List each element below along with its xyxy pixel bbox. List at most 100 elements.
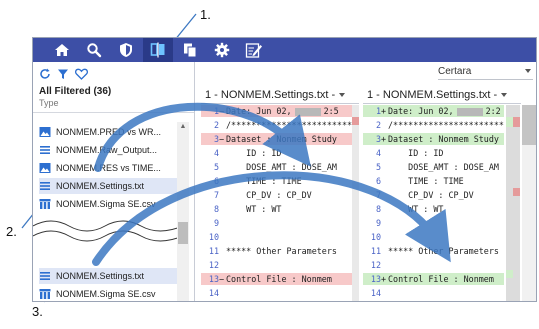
line-number: 12 [208, 260, 219, 270]
diff-line: 6 TIME : TIME [201, 175, 352, 187]
diff-line: 7 CP_DV : CP_DV [201, 189, 352, 201]
right-diff-pane: 1+ Date: Jun 02, 2:2 2/********************… [363, 105, 504, 301]
line-number: 6 [213, 176, 219, 186]
list-item[interactable]: NONMEM.Sigma SE.csv [39, 286, 183, 301]
search-button[interactable] [79, 38, 109, 62]
chevron-down-icon [501, 92, 508, 97]
diff-overview-ruler[interactable] [506, 105, 520, 301]
filter-icon[interactable] [57, 68, 69, 80]
added-marker [506, 117, 513, 127]
favorite-heart-icon[interactable] [75, 68, 88, 80]
line-number: 7 [375, 190, 381, 200]
file-list-scrollbar[interactable]: ▲ [177, 122, 189, 301]
security-button[interactable] [111, 38, 141, 62]
added-marker [506, 270, 513, 278]
line-number: 13 [208, 274, 219, 284]
line-number: 2 [213, 120, 219, 130]
file-sidebar: All Filtered (36) Type NONMEM.PRED vs WR… [33, 62, 195, 301]
line-number: 2 [375, 120, 381, 130]
settings-button[interactable] [207, 38, 237, 62]
line-number: 10 [370, 232, 381, 242]
left-pane-gutter [352, 105, 359, 301]
line-number: 1 [375, 106, 381, 116]
list-item[interactable]: NONMEM.PRED vs WR... [39, 124, 183, 140]
list-item-label: NONMEM.Sigma SE.csv [56, 199, 156, 209]
line-text: /***************************** [226, 120, 352, 130]
list-item-label: NONMEM.Raw_Output... [56, 145, 158, 155]
callout-3: 3. [32, 304, 43, 319]
line-text: TIME : TIME [388, 176, 464, 186]
text-file-icon [40, 182, 50, 190]
line-text: WT : WT [388, 204, 444, 214]
removed-marker [513, 117, 520, 127]
list-item[interactable]: NONMEM.RES vs TIME... [39, 160, 183, 176]
home-button[interactable] [47, 38, 77, 62]
list-omission-break [33, 220, 183, 242]
scrollbar-thumb[interactable] [522, 105, 536, 145]
line-text: Dataset : Nonmem Study [388, 134, 499, 144]
line-number: 3 [213, 134, 219, 144]
line-number: 5 [213, 162, 219, 172]
vendor-dropdown[interactable]: Certara [438, 66, 533, 80]
image-file-icon [39, 163, 51, 173]
list-item[interactable]: NONMEM.Sigma SE.csv [39, 196, 183, 212]
right-pane-file-selector[interactable]: 1 - NONMEM.Settings.txt - [363, 86, 521, 104]
line-number: 4 [213, 148, 219, 158]
list-item-selected[interactable]: NONMEM.Settings.txt [39, 178, 183, 194]
chevron-down-icon [525, 69, 531, 73]
edit-note-icon [245, 43, 262, 58]
left-diff-marker [352, 117, 359, 125]
refresh-icon[interactable] [39, 68, 51, 80]
line-number: 9 [213, 218, 219, 228]
list-item-label: NONMEM.Settings.txt [56, 271, 145, 281]
line-text: CP_DV : CP_DV [226, 190, 312, 200]
left-pane-file-selector[interactable]: 1 - NONMEM.Settings.txt - [201, 86, 359, 104]
diff-line: 9 [363, 217, 504, 229]
scrollbar-thumb[interactable] [178, 222, 188, 244]
diff-marker: − [219, 274, 225, 284]
diff-marker: + [381, 106, 387, 116]
line-text: Dataset : Nonmem Study [226, 134, 337, 144]
main-toolbar [33, 38, 536, 62]
scroll-up-icon[interactable]: ▲ [179, 123, 187, 131]
list-item-label: NONMEM.PRED vs WR... [56, 127, 161, 137]
list-item-label: NONMEM.RES vs TIME... [56, 163, 161, 173]
image-file-icon [39, 127, 51, 137]
app-window: All Filtered (36) Type NONMEM.PRED vs WR… [32, 37, 537, 302]
line-number: 4 [375, 148, 381, 158]
diff-line: 5 DOSE_AMT : DOSE_AM [363, 161, 504, 173]
diff-line: 8 WT : WT [201, 203, 352, 215]
compare-button[interactable] [143, 38, 173, 62]
list-item[interactable]: NONMEM.Raw_Output... [39, 142, 183, 158]
line-text-tail: 2:5 [323, 106, 339, 116]
table-file-icon [39, 289, 51, 299]
diff-line: 1− Date: Jun 02, 2:5 [201, 105, 352, 117]
filter-result-count: All Filtered (36) [39, 86, 112, 97]
diff-line: 6 TIME : TIME [363, 175, 504, 187]
diff-line: 3− Dataset : Nonmem Study [201, 133, 352, 145]
copy-documents-button[interactable] [175, 38, 205, 62]
line-text: Date: Jun 02, [226, 106, 292, 116]
diff-marker: + [381, 274, 387, 284]
diff-marker: + [381, 134, 387, 144]
line-text: CP_DV : CP_DV [388, 190, 474, 200]
diff-line: 3+ Dataset : Nonmem Study [363, 133, 504, 145]
diff-line: 10 [363, 231, 504, 243]
line-number: 6 [375, 176, 381, 186]
vertical-scrollbar[interactable] [522, 105, 536, 301]
diff-line: 14 [363, 287, 504, 299]
list-item-label: NONMEM.Sigma SE.csv [56, 289, 156, 299]
sort-column-type[interactable]: Type [39, 98, 59, 108]
line-number: 14 [370, 288, 381, 298]
diff-marker: − [219, 134, 225, 144]
line-number: 8 [375, 204, 381, 214]
edit-note-button[interactable] [239, 38, 269, 62]
table-file-icon [39, 199, 51, 209]
left-diff-pane: 1 − Date: Jun 02, 2:5 2 /********************… [201, 105, 352, 301]
line-number: 1 [213, 106, 219, 116]
diff-line: 2 /***************************** [201, 119, 352, 131]
diff-line: 4 ID : ID [363, 147, 504, 159]
list-item-selected[interactable]: NONMEM.Settings.txt [39, 268, 183, 284]
line-number: 7 [213, 190, 219, 200]
right-pane-title: 1 - NONMEM.Settings.txt - [367, 88, 498, 101]
